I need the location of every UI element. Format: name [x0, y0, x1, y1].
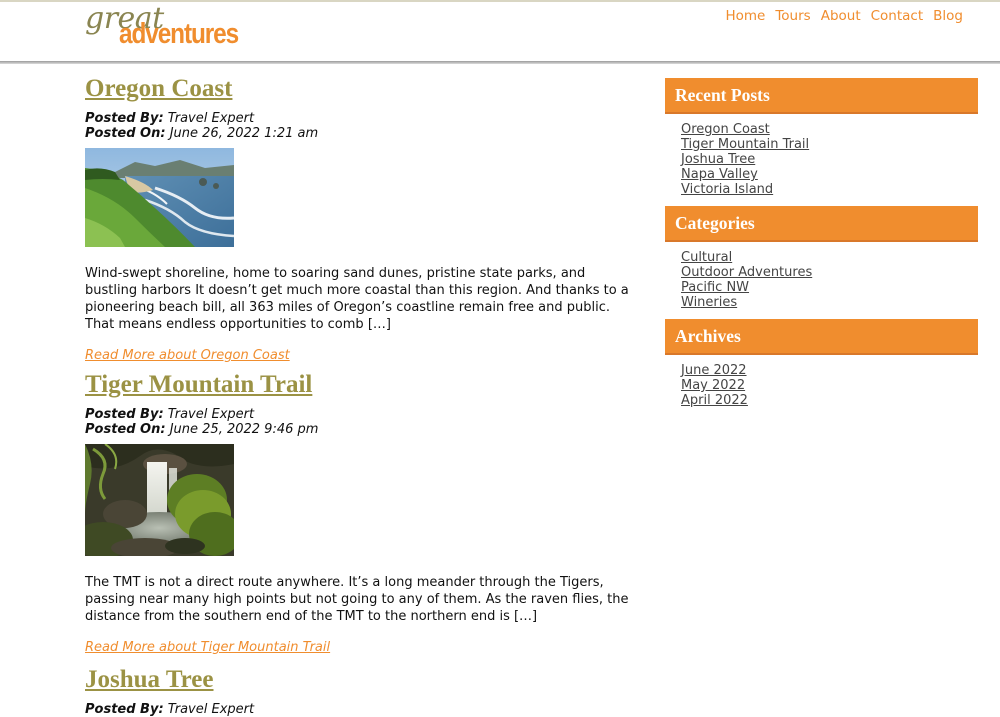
- oregon-coast-photo[interactable]: [85, 148, 234, 251]
- archives-widget: Archives June 2022 May 2022 April 2022: [665, 319, 978, 417]
- category-link[interactable]: Outdoor Adventures: [681, 265, 978, 280]
- logo-adventures-text: adventures: [119, 18, 239, 50]
- nav-about[interactable]: About: [821, 8, 861, 24]
- post-author: Travel Expert: [167, 702, 255, 717]
- widget-title: Recent Posts: [665, 78, 978, 114]
- header-divider: [0, 61, 1000, 64]
- tiger-mountain-photo[interactable]: [85, 444, 234, 560]
- read-more-link[interactable]: Read More about Oregon Coast: [85, 347, 635, 364]
- nav-tours[interactable]: Tours: [775, 8, 810, 24]
- post-joshua-tree: Joshua Tree Posted By: Travel Expert: [85, 665, 635, 717]
- recent-posts-widget: Recent Posts Oregon Coast Tiger Mountain…: [665, 78, 978, 206]
- post-title-link[interactable]: Joshua Tree: [85, 665, 635, 695]
- post-title-link[interactable]: Tiger Mountain Trail: [85, 370, 635, 400]
- recent-post-link[interactable]: Joshua Tree: [681, 152, 978, 167]
- post-tiger-mountain-trail: Tiger Mountain Trail Posted By: Travel E…: [85, 370, 635, 656]
- read-more-link[interactable]: Read More about Tiger Mountain Trail: [85, 639, 635, 656]
- post-date: June 26, 2022 1:21 am: [169, 126, 319, 141]
- archive-link[interactable]: May 2022: [681, 378, 978, 393]
- widget-title: Archives: [665, 319, 978, 355]
- posted-by-label: Posted By:: [85, 407, 164, 422]
- site-header: great adventures Home Tours About Contac…: [0, 0, 1000, 64]
- post-meta: Posted By: Travel Expert Posted On: June…: [85, 407, 635, 437]
- categories-list: Cultural Outdoor Adventures Pacific NW W…: [665, 242, 978, 319]
- nav-home[interactable]: Home: [725, 8, 765, 24]
- post-excerpt: Wind-swept shoreline, home to soaring sa…: [85, 266, 629, 332]
- recent-posts-list: Oregon Coast Tiger Mountain Trail Joshua…: [665, 114, 978, 206]
- post-meta: Posted By: Travel Expert: [85, 702, 635, 717]
- widget-title: Categories: [665, 206, 978, 242]
- site-logo[interactable]: great adventures: [85, 4, 260, 50]
- category-link[interactable]: Wineries: [681, 295, 978, 310]
- recent-post-link[interactable]: Oregon Coast: [681, 122, 978, 137]
- recent-post-link[interactable]: Tiger Mountain Trail: [681, 137, 978, 152]
- archive-link[interactable]: June 2022: [681, 363, 978, 378]
- main-nav: Home Tours About Contact Blog: [725, 8, 963, 24]
- posted-by-label: Posted By:: [85, 702, 164, 717]
- post-excerpt: The TMT is not a direct route anywhere. …: [85, 575, 629, 624]
- posted-on-label: Posted On:: [85, 422, 166, 437]
- posted-on-label: Posted On:: [85, 126, 166, 141]
- nav-contact[interactable]: Contact: [871, 8, 924, 24]
- archives-list: June 2022 May 2022 April 2022: [665, 355, 978, 417]
- category-link[interactable]: Pacific NW: [681, 280, 978, 295]
- categories-widget: Categories Cultural Outdoor Adventures P…: [665, 206, 978, 319]
- sidebar: Recent Posts Oregon Coast Tiger Mountain…: [665, 78, 978, 417]
- category-link[interactable]: Cultural: [681, 250, 978, 265]
- nav-blog[interactable]: Blog: [933, 8, 963, 24]
- post-meta: Posted By: Travel Expert Posted On: June…: [85, 111, 635, 141]
- post-date: June 25, 2022 9:46 pm: [169, 422, 319, 437]
- post-oregon-coast: Oregon Coast Posted By: Travel Expert Po…: [85, 74, 635, 364]
- post-author: Travel Expert: [167, 407, 255, 422]
- post-list: Oregon Coast Posted By: Travel Expert Po…: [85, 74, 635, 717]
- post-title-link[interactable]: Oregon Coast: [85, 74, 635, 104]
- post-author: Travel Expert: [167, 111, 255, 126]
- recent-post-link[interactable]: Victoria Island: [681, 182, 978, 197]
- posted-by-label: Posted By:: [85, 111, 164, 126]
- recent-post-link[interactable]: Napa Valley: [681, 167, 978, 182]
- archive-link[interactable]: April 2022: [681, 393, 978, 408]
